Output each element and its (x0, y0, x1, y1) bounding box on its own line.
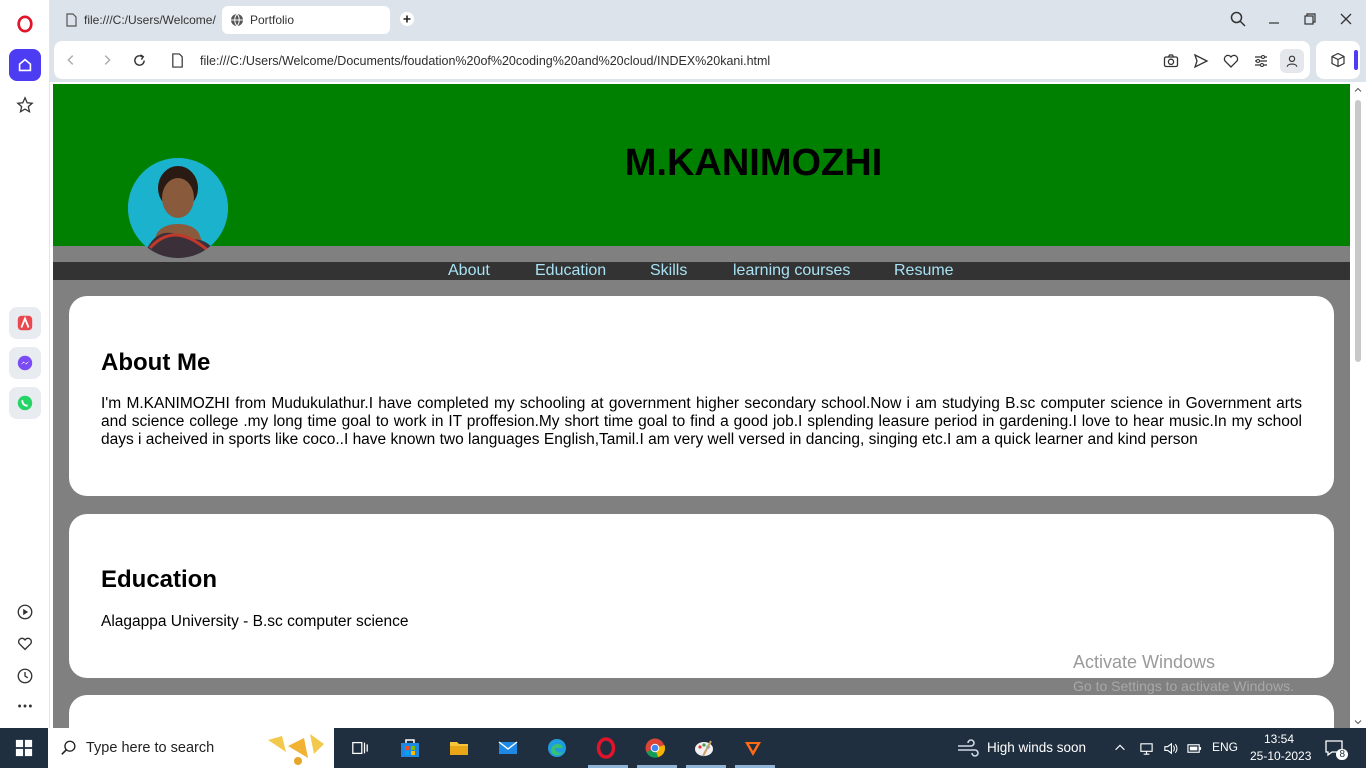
edge-icon[interactable] (543, 734, 571, 762)
profile-icon[interactable] (1280, 49, 1304, 73)
network-icon[interactable] (1136, 734, 1156, 762)
history-clock-icon[interactable] (9, 660, 41, 692)
activate-windows-subtitle: Go to Settings to activate Windows. (1073, 678, 1294, 694)
back-icon[interactable] (62, 51, 80, 69)
tab-portfolio[interactable]: Portfolio (222, 6, 390, 34)
minimize-icon[interactable] (1263, 8, 1285, 30)
nav-link-resume[interactable]: Resume (894, 262, 954, 280)
globe-icon (231, 13, 243, 27)
paint-icon[interactable] (690, 734, 718, 762)
aria-icon[interactable] (9, 307, 41, 339)
nav-link-learning-courses[interactable]: learning courses (733, 262, 850, 280)
url-text[interactable]: file:///C:/Users/Welcome/Documents/fouda… (200, 54, 770, 68)
store-icon[interactable] (396, 734, 424, 762)
mail-icon[interactable] (494, 734, 522, 762)
tab-strip: file:///C:/Users/Welcome/ Portfolio (50, 0, 1366, 38)
bookmarks-star-icon[interactable] (9, 89, 41, 121)
weather-text[interactable]: High winds soon (987, 740, 1086, 755)
tray-chevron-icon[interactable] (1110, 734, 1130, 762)
nav-link-education[interactable]: Education (535, 262, 606, 280)
language-indicator[interactable]: ENG (1212, 740, 1238, 754)
about-text: I'm M.KANIMOZHI from Mudukulathur.I have… (101, 395, 1302, 448)
name-text: M.KANIMOZHI (624, 142, 883, 184)
weather-wind-icon[interactable] (954, 734, 982, 762)
whatsapp-icon[interactable] (9, 387, 41, 419)
search-highlight-icon (268, 734, 324, 765)
next-section (69, 695, 1334, 728)
search-icon (61, 740, 76, 755)
opera-taskbar-icon[interactable] (592, 734, 620, 762)
avatar (128, 158, 228, 258)
scrollbar-thumb[interactable] (1355, 100, 1361, 362)
player-icon[interactable] (9, 596, 41, 628)
close-icon[interactable] (1335, 8, 1357, 30)
page-scrollbar[interactable] (1350, 84, 1366, 728)
windows-start-icon[interactable] (0, 728, 48, 768)
task-view-icon[interactable] (346, 734, 374, 762)
notifications-icon[interactable]: 8 (1320, 734, 1348, 762)
opera-sidebar (0, 0, 50, 728)
restore-icon[interactable] (1299, 8, 1321, 30)
battery-icon[interactable] (1184, 734, 1204, 762)
forward-icon[interactable] (98, 51, 116, 69)
tab-file[interactable]: file:///C:/Users/Welcome/ (56, 6, 218, 34)
new-tab-button[interactable] (398, 10, 416, 28)
home-icon[interactable] (9, 49, 41, 81)
search-placeholder: Type here to search (86, 740, 215, 756)
more-dots-icon[interactable] (9, 690, 41, 722)
nav-menu: About Education Skills learning courses … (53, 262, 1350, 280)
camera-icon[interactable] (1162, 52, 1180, 70)
scroll-down-icon[interactable] (1350, 716, 1366, 728)
address-row: file:///C:/Users/Welcome/Documents/fouda… (50, 38, 1366, 82)
reload-icon[interactable] (130, 51, 148, 69)
taskbar-search-box[interactable]: Type here to search (48, 728, 334, 768)
nav-link-skills[interactable]: Skills (650, 262, 687, 280)
send-icon[interactable] (1192, 52, 1210, 70)
taskbar: Type here to search High winds soon ENG … (0, 728, 1366, 768)
address-bar[interactable]: file:///C:/Users/Welcome/Documents/fouda… (54, 41, 1310, 79)
tab-search-icon[interactable] (1227, 8, 1249, 30)
page-header: M.KANIMOZHI (53, 84, 1350, 258)
page-title: M.KANIMOZHI (53, 142, 1350, 185)
page-file-icon (168, 51, 186, 69)
file-explorer-icon[interactable] (445, 734, 473, 762)
tab-label: file:///C:/Users/Welcome/ (84, 13, 216, 27)
page-viewport: M.KANIMOZHI About Education Skills learn… (53, 84, 1350, 728)
scroll-up-icon[interactable] (1350, 84, 1366, 96)
heart-bookmark-icon[interactable] (1222, 52, 1240, 70)
clock-time[interactable]: 13:54 (1264, 732, 1294, 746)
chrome-icon[interactable] (641, 734, 669, 762)
clock-date[interactable]: 25-10-2023 (1250, 749, 1311, 763)
easy-setup-icon[interactable] (1252, 52, 1270, 70)
extensions-icon[interactable] (1316, 41, 1360, 79)
education-text: Alagappa University - B.sc computer scie… (101, 613, 409, 630)
about-heading: About Me (101, 349, 211, 376)
tab-label: Portfolio (250, 13, 295, 27)
file-icon (66, 13, 77, 27)
education-heading: Education (101, 566, 218, 593)
notification-count: 8 (1336, 749, 1348, 760)
about-section: About Me I'm M.KANIMOZHI from Mudukulath… (69, 296, 1334, 496)
sublime-icon[interactable] (739, 734, 767, 762)
volume-icon[interactable] (1160, 734, 1180, 762)
nav-link-about[interactable]: About (448, 262, 490, 280)
plus-icon (400, 12, 414, 26)
messenger-icon[interactable] (9, 347, 41, 379)
heart-icon[interactable] (9, 628, 41, 660)
opera-logo-icon[interactable] (9, 8, 41, 40)
activate-windows-title: Activate Windows (1073, 652, 1216, 672)
